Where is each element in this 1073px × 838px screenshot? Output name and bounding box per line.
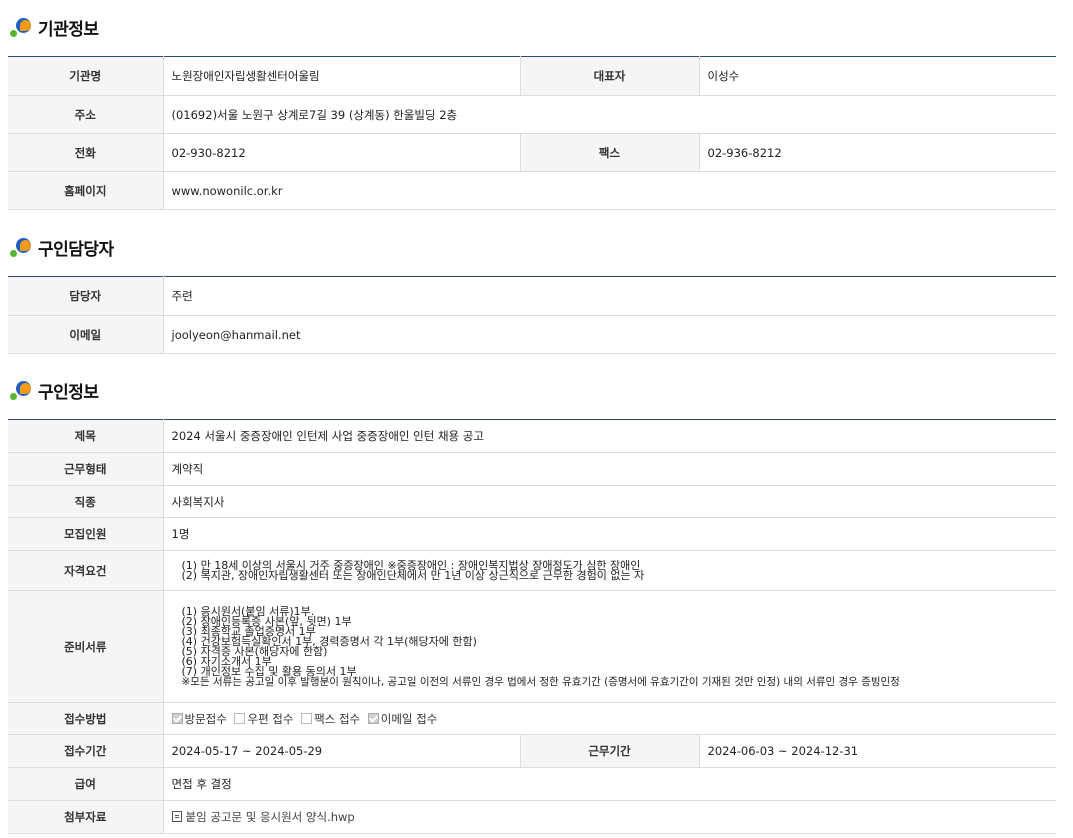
checkbox-icon bbox=[234, 712, 246, 724]
address-label: 주소 bbox=[8, 95, 164, 134]
method-fax-label: 팩스 접수 bbox=[314, 711, 361, 726]
application-methods: 방문접수 우편 접수 팩스 접수 이메일 접수 bbox=[163, 702, 1057, 735]
work-period-value: 2024-06-03 ~ 2024-12-31 bbox=[699, 734, 1057, 768]
agency-name-value: 노원장애인자립생활센터어울림 bbox=[163, 56, 520, 96]
attachment-label: 첨부자료 bbox=[8, 800, 164, 834]
phone-value: 02-930-8212 bbox=[163, 133, 520, 172]
work-type-label: 근무형태 bbox=[8, 452, 164, 486]
qualification-list: (1) 만 18세 이상의 서울시 거주 중증장애인 ※중증장애인 : 장애인복… bbox=[163, 550, 1057, 591]
attachment-link[interactable]: 붙임 공고문 및 응시원서 양식.hwp bbox=[186, 810, 355, 824]
work-period-label: 근무기간 bbox=[519, 734, 700, 768]
table-row: 제목 2024 서울시 중증장애인 인턴제 사업 중증장애인 인턴 채용 공고 bbox=[8, 419, 1057, 453]
salary-value: 면접 후 결정 bbox=[163, 767, 1057, 801]
fax-label: 팩스 bbox=[519, 133, 700, 172]
agency-name-label: 기관명 bbox=[8, 56, 164, 96]
document-item: ※모든 서류는 공고일 이후 발행분이 원칙이나, 공고일 이전의 서류인 경우… bbox=[181, 675, 900, 688]
table-row: 담당자 주련 bbox=[8, 276, 1056, 316]
documents-label: 준비서류 bbox=[8, 590, 164, 703]
job-category-label: 직종 bbox=[8, 485, 164, 518]
representative-label: 대표자 bbox=[519, 56, 700, 96]
email-value: joolyeon@hanmail.net bbox=[163, 315, 1056, 354]
document-item: (7) 개인정보 수집 및 활용 동의서 1부 bbox=[181, 664, 357, 678]
table-row: 근무형태 계약직 bbox=[8, 452, 1057, 486]
table-row: 홈페이지 www.nowonilc.or.kr bbox=[8, 171, 1056, 210]
phone-label: 전화 bbox=[8, 133, 164, 172]
contact-person-value: 주련 bbox=[163, 276, 1056, 316]
section-title-job: 구인정보 bbox=[10, 375, 99, 405]
page: 기관정보 기관명 노원장애인자립생활센터어울림 대표자 이성수 주소 (0169… bbox=[0, 0, 1073, 838]
application-period-label: 접수기간 bbox=[8, 734, 164, 768]
table-row: 급여 면접 후 결정 bbox=[8, 767, 1057, 801]
agency-info-table: 기관명 노원장애인자립생활센터어울림 대표자 이성수 주소 (01692)서울 … bbox=[8, 56, 1056, 210]
section-title-text: 구인담당자 bbox=[38, 239, 114, 260]
table-row: 직종 사회복지사 bbox=[8, 485, 1057, 518]
qualification-label: 자격요건 bbox=[8, 550, 164, 591]
checkbox-icon bbox=[301, 712, 313, 724]
table-row: 기관명 노원장애인자립생활센터어울림 대표자 이성수 bbox=[8, 56, 1056, 96]
contact-person-label: 담당자 bbox=[8, 276, 164, 316]
work-type-value: 계약직 bbox=[163, 452, 1057, 486]
documents-list: (1) 응시원서(붙임 서류)1부. (2) 장애인등록증 사본(앞, 뒷면) … bbox=[163, 590, 1057, 703]
job-title-value: 2024 서울시 중증장애인 인턴제 사업 중증장애인 인턴 채용 공고 bbox=[163, 419, 1057, 453]
job-info-table: 제목 2024 서울시 중증장애인 인턴제 사업 중증장애인 인턴 채용 공고 … bbox=[8, 419, 1057, 834]
checkbox-icon bbox=[171, 712, 183, 724]
colored-dots-icon bbox=[10, 379, 32, 401]
method-visit-label: 방문접수 bbox=[184, 711, 227, 726]
job-title-label: 제목 bbox=[8, 419, 164, 453]
email-label: 이메일 bbox=[8, 315, 164, 354]
homepage-label: 홈페이지 bbox=[8, 171, 164, 210]
colored-dots-icon bbox=[10, 236, 32, 258]
colored-dots-icon bbox=[10, 16, 32, 38]
table-row: 이메일 joolyeon@hanmail.net bbox=[8, 315, 1056, 354]
application-method-label: 접수방법 bbox=[8, 702, 164, 735]
address-value: (01692)서울 노원구 상계로7길 39 (상계동) 한울빌딩 2층 bbox=[163, 95, 1056, 134]
table-row: 자격요건 (1) 만 18세 이상의 서울시 거주 중증장애인 ※중증장애인 :… bbox=[8, 550, 1057, 591]
table-row: 첨부자료 붙임 공고문 및 응시원서 양식.hwp bbox=[8, 800, 1057, 834]
method-email-label: 이메일 접수 bbox=[380, 711, 438, 726]
qualification-item: (2) 복지관, 장애인자립생활센터 또는 장애인단체에서 만 1년 이상 상근… bbox=[181, 568, 645, 582]
section-title-agency: 기관정보 bbox=[10, 12, 99, 42]
table-row: 모집인원 1명 bbox=[8, 517, 1057, 551]
contact-info-table: 담당자 주련 이메일 joolyeon@hanmail.net bbox=[8, 276, 1056, 354]
section-title-text: 기관정보 bbox=[38, 19, 99, 40]
file-icon bbox=[171, 811, 182, 822]
application-period-value: 2024-05-17 ~ 2024-05-29 bbox=[163, 734, 520, 768]
job-category-value: 사회복지사 bbox=[163, 485, 1057, 518]
fax-value: 02-936-8212 bbox=[699, 133, 1056, 172]
table-row: 전화 02-930-8212 팩스 02-936-8212 bbox=[8, 133, 1056, 172]
recruit-count-value: 1명 bbox=[163, 517, 1057, 551]
recruit-count-label: 모집인원 bbox=[8, 517, 164, 551]
table-row: 준비서류 (1) 응시원서(붙임 서류)1부. (2) 장애인등록증 사본(앞,… bbox=[8, 590, 1057, 703]
table-row: 주소 (01692)서울 노원구 상계로7길 39 (상계동) 한울빌딩 2층 bbox=[8, 95, 1056, 134]
method-mail-label: 우편 접수 bbox=[247, 711, 294, 726]
table-row: 접수기간 2024-05-17 ~ 2024-05-29 근무기간 2024-0… bbox=[8, 734, 1057, 768]
table-row: 접수방법 방문접수 우편 접수 팩스 접수 이메일 접수 bbox=[8, 702, 1057, 735]
attachment-cell: 붙임 공고문 및 응시원서 양식.hwp bbox=[163, 800, 1057, 834]
homepage-link[interactable]: www.nowonilc.or.kr bbox=[163, 171, 1056, 210]
section-title-text: 구인정보 bbox=[38, 382, 99, 403]
checkbox-icon bbox=[367, 712, 379, 724]
document-item: (5) 자격증 사본(해당자에 한함) bbox=[181, 644, 328, 658]
salary-label: 급여 bbox=[8, 767, 164, 801]
representative-value: 이성수 bbox=[699, 56, 1056, 96]
section-title-contact: 구인담당자 bbox=[10, 232, 114, 262]
